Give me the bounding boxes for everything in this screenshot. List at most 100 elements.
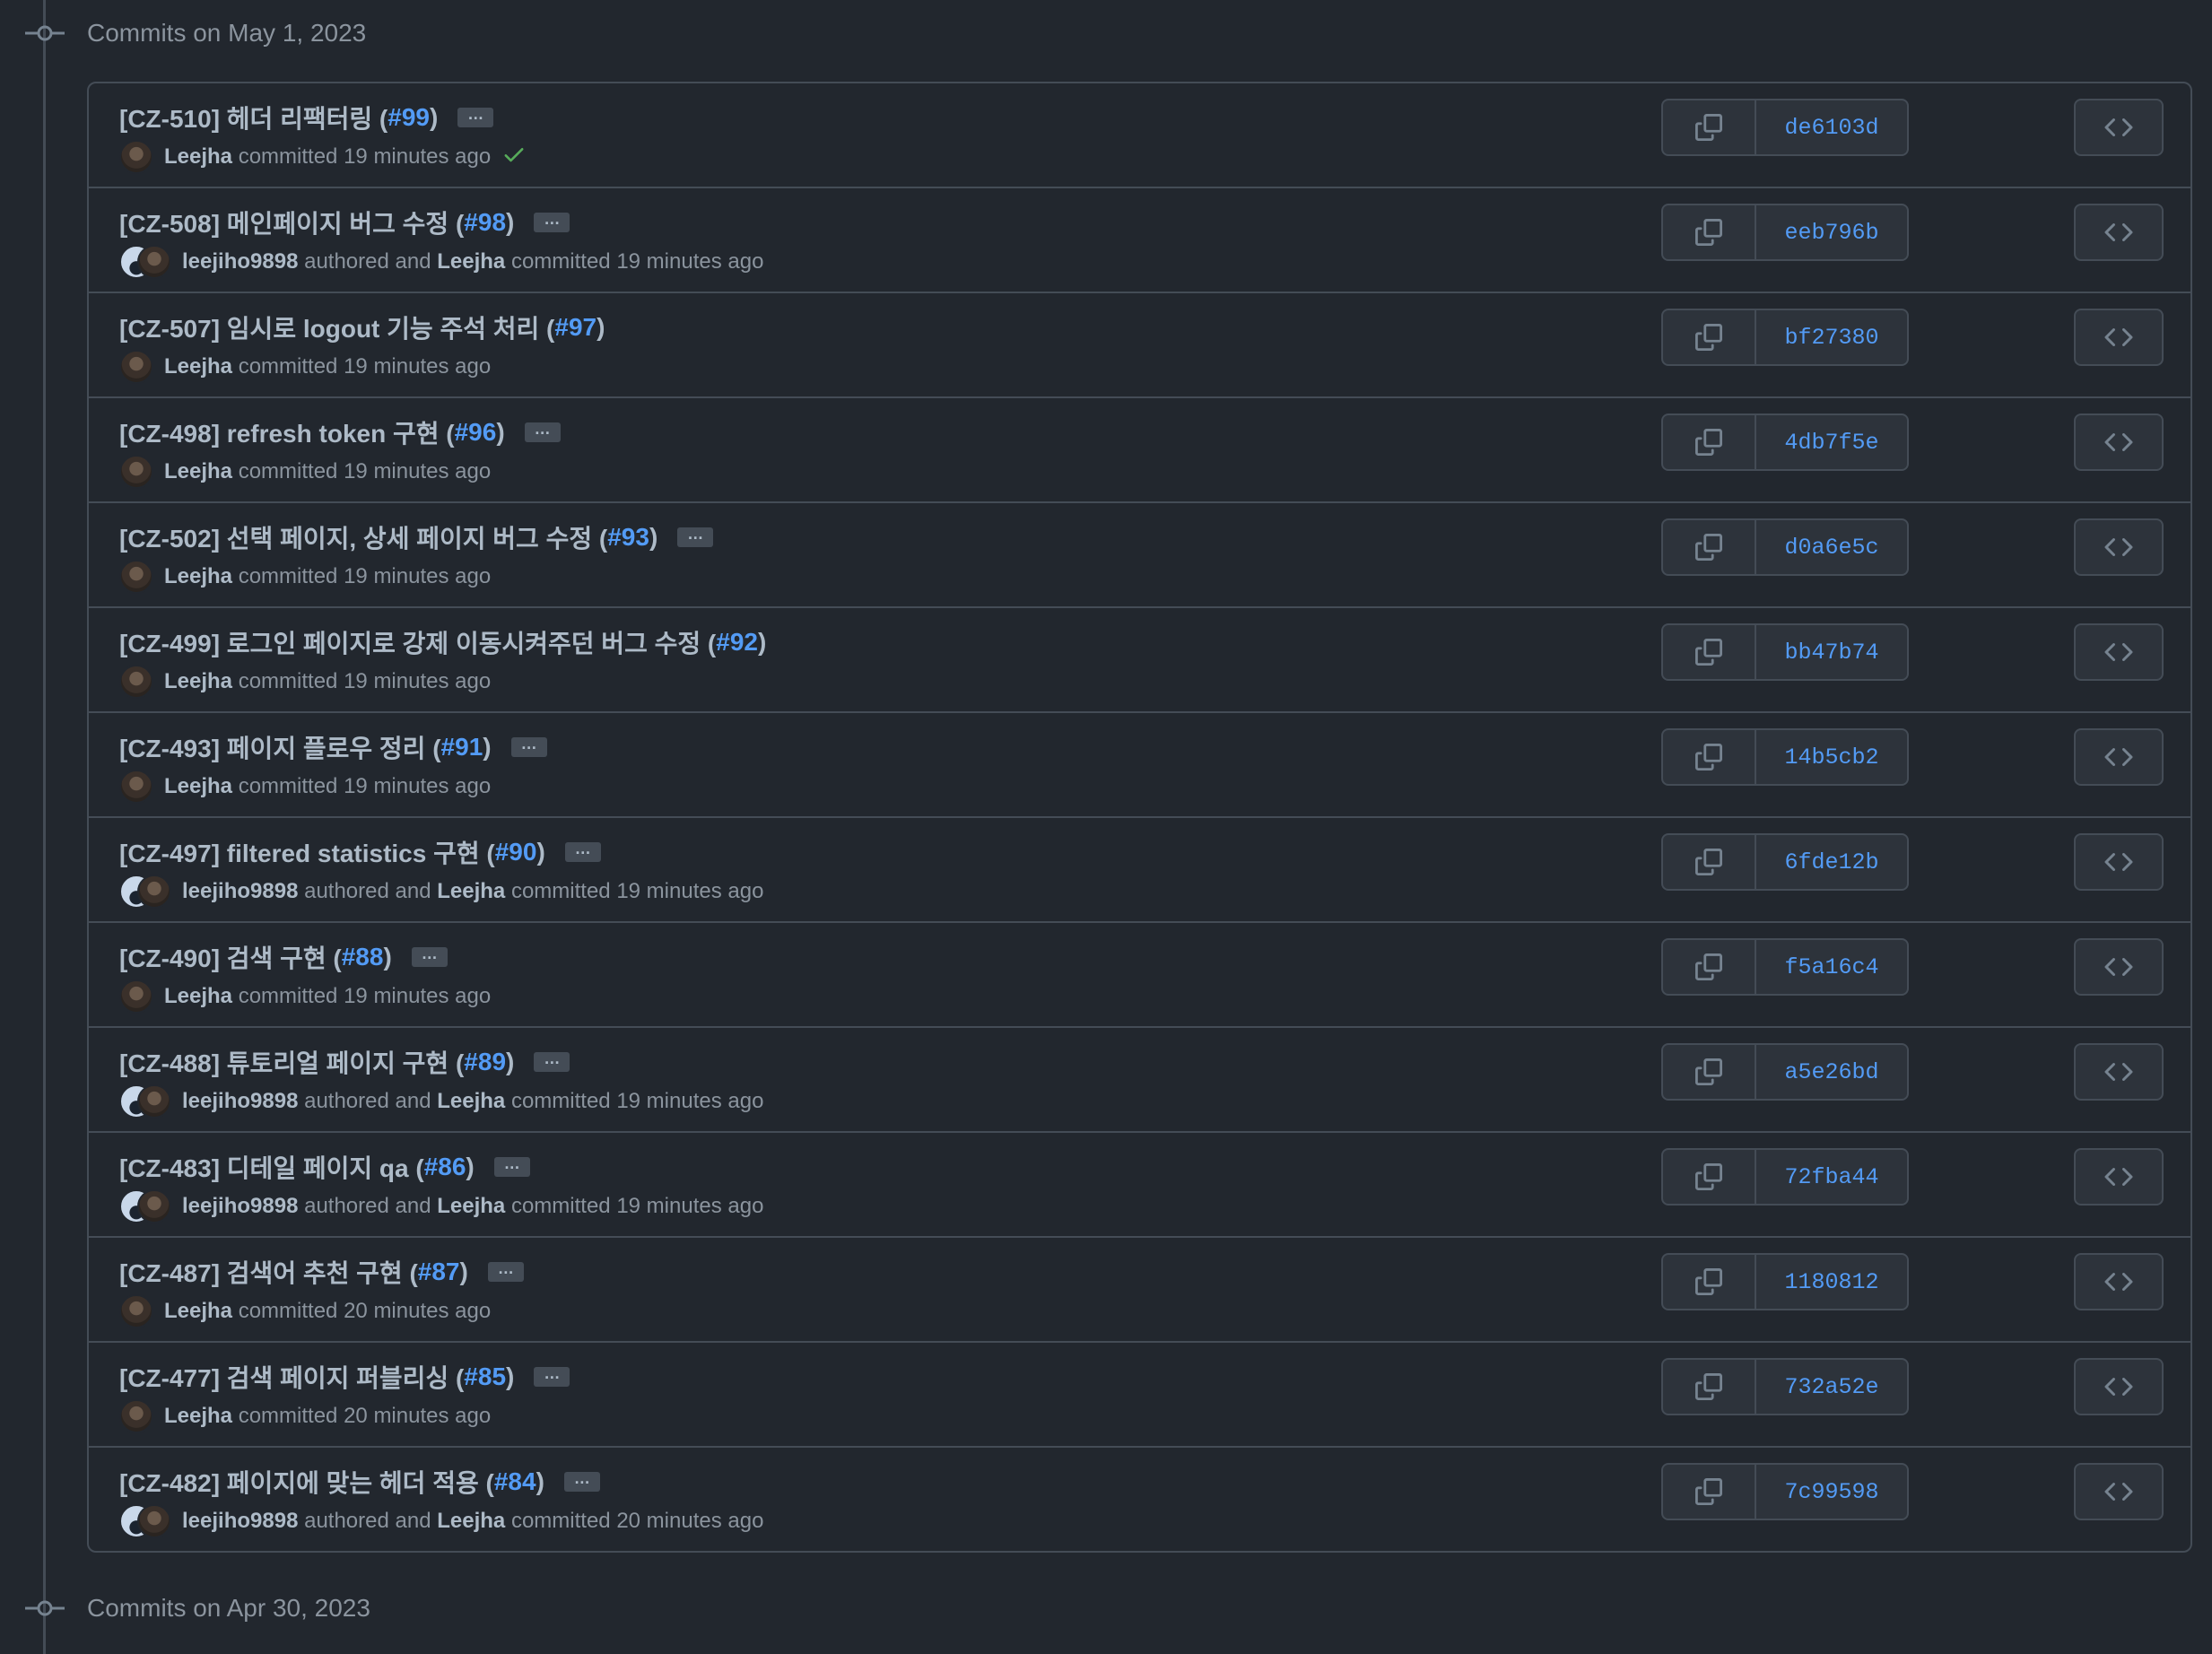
browse-repo-button[interactable] xyxy=(2074,833,2164,891)
commit-sha-link[interactable]: f5a16c4 xyxy=(1756,938,1909,996)
copy-sha-button[interactable] xyxy=(1661,414,1756,471)
committer-link[interactable]: Leejha xyxy=(164,774,232,799)
copy-sha-button[interactable] xyxy=(1661,1358,1756,1415)
browse-repo-button[interactable] xyxy=(2074,414,2164,471)
avatar[interactable] xyxy=(137,1504,171,1538)
copy-sha-button[interactable] xyxy=(1661,1253,1756,1310)
avatar-stack[interactable] xyxy=(119,1189,171,1223)
browse-repo-button[interactable] xyxy=(2074,204,2164,261)
avatar-stack[interactable] xyxy=(119,1084,171,1119)
avatar[interactable] xyxy=(137,1189,171,1223)
expand-message-button[interactable]: … xyxy=(534,211,570,232)
commit-sha-link[interactable]: 1180812 xyxy=(1756,1253,1909,1310)
expand-message-button[interactable]: … xyxy=(534,1050,570,1072)
browse-repo-button[interactable] xyxy=(2074,1043,2164,1101)
pr-link[interactable]: #84 xyxy=(494,1467,536,1496)
browse-repo-button[interactable] xyxy=(2074,1463,2164,1520)
browse-repo-button[interactable] xyxy=(2074,1253,2164,1310)
pr-link[interactable]: #85 xyxy=(464,1362,506,1391)
avatar-stack[interactable] xyxy=(119,1504,171,1538)
avatar[interactable] xyxy=(119,1399,153,1433)
expand-message-button[interactable]: … xyxy=(524,421,561,442)
check-icon[interactable] xyxy=(501,142,527,173)
commit-message-link[interactable]: [CZ-508] 메인페이지 버그 수정 ( xyxy=(119,205,464,240)
avatar[interactable] xyxy=(137,1084,171,1119)
commit-sha-link[interactable]: 72fba44 xyxy=(1756,1148,1909,1206)
avatar[interactable] xyxy=(137,245,171,279)
avatar[interactable] xyxy=(119,140,153,174)
committer-link[interactable]: Leejha xyxy=(164,144,232,170)
copy-sha-button[interactable] xyxy=(1661,204,1756,261)
pr-link[interactable]: #92 xyxy=(716,628,758,657)
commit-sha-link[interactable]: de6103d xyxy=(1756,99,1909,156)
pr-link[interactable]: #98 xyxy=(464,208,506,237)
expand-message-button[interactable]: … xyxy=(457,106,494,127)
browse-repo-button[interactable] xyxy=(2074,728,2164,786)
commit-message-link[interactable]: [CZ-483] 디테일 페이지 qa ( xyxy=(119,1149,424,1185)
copy-sha-button[interactable] xyxy=(1661,728,1756,786)
avatar[interactable] xyxy=(119,455,153,489)
expand-message-button[interactable]: … xyxy=(534,1365,570,1387)
committer-link[interactable]: Leejha xyxy=(437,249,505,274)
pr-link[interactable]: #89 xyxy=(464,1048,506,1076)
pr-link[interactable]: #86 xyxy=(424,1153,466,1181)
expand-message-button[interactable]: … xyxy=(564,840,601,862)
commit-sha-link[interactable]: a5e26bd xyxy=(1756,1043,1909,1101)
copy-sha-button[interactable] xyxy=(1661,1148,1756,1206)
expand-message-button[interactable]: … xyxy=(487,1260,524,1282)
commit-sha-link[interactable]: 7c99598 xyxy=(1756,1463,1909,1520)
copy-sha-button[interactable] xyxy=(1661,833,1756,891)
author-link[interactable]: leejiho9898 xyxy=(182,249,298,274)
pr-link[interactable]: #87 xyxy=(418,1258,460,1286)
commit-sha-link[interactable]: eeb796b xyxy=(1756,204,1909,261)
avatar[interactable] xyxy=(119,979,153,1014)
author-link[interactable]: leejiho9898 xyxy=(182,879,298,904)
copy-sha-button[interactable] xyxy=(1661,99,1756,156)
avatar[interactable] xyxy=(119,1294,153,1328)
commit-message-link[interactable]: [CZ-502] 선택 페이지, 상세 페이지 버그 수정 ( xyxy=(119,519,607,555)
author-link[interactable]: leejiho9898 xyxy=(182,1089,298,1114)
commit-sha-link[interactable]: 14b5cb2 xyxy=(1756,728,1909,786)
commit-message-link[interactable]: [CZ-497] filtered statistics 구현 ( xyxy=(119,834,495,870)
pr-link[interactable]: #99 xyxy=(388,103,430,132)
pr-link[interactable]: #90 xyxy=(495,838,537,866)
avatar-stack[interactable] xyxy=(119,245,171,279)
browse-repo-button[interactable] xyxy=(2074,938,2164,996)
avatar[interactable] xyxy=(119,350,153,384)
committer-link[interactable]: Leejha xyxy=(164,1404,232,1429)
commit-message-link[interactable]: [CZ-507] 임시로 logout 기능 주석 처리 ( xyxy=(119,309,554,345)
committer-link[interactable]: Leejha xyxy=(164,1299,232,1324)
pr-link[interactable]: #93 xyxy=(607,523,649,552)
copy-sha-button[interactable] xyxy=(1661,938,1756,996)
commit-message-link[interactable]: [CZ-490] 검색 구현 ( xyxy=(119,939,342,975)
copy-sha-button[interactable] xyxy=(1661,309,1756,366)
committer-link[interactable]: Leejha xyxy=(437,1509,505,1534)
browse-repo-button[interactable] xyxy=(2074,99,2164,156)
copy-sha-button[interactable] xyxy=(1661,623,1756,681)
pr-link[interactable]: #96 xyxy=(455,418,497,447)
avatar[interactable] xyxy=(137,875,171,909)
author-link[interactable]: leejiho9898 xyxy=(182,1194,298,1219)
browse-repo-button[interactable] xyxy=(2074,518,2164,576)
browse-repo-button[interactable] xyxy=(2074,309,2164,366)
browse-repo-button[interactable] xyxy=(2074,623,2164,681)
committer-link[interactable]: Leejha xyxy=(164,354,232,379)
commit-message-link[interactable]: [CZ-488] 튜토리얼 페이지 구현 ( xyxy=(119,1044,464,1080)
committer-link[interactable]: Leejha xyxy=(164,459,232,484)
copy-sha-button[interactable] xyxy=(1661,1043,1756,1101)
expand-message-button[interactable]: … xyxy=(677,526,714,547)
committer-link[interactable]: Leejha xyxy=(437,1089,505,1114)
avatar[interactable] xyxy=(119,770,153,804)
browse-repo-button[interactable] xyxy=(2074,1358,2164,1415)
commit-sha-link[interactable]: 4db7f5e xyxy=(1756,414,1909,471)
commit-sha-link[interactable]: 6fde12b xyxy=(1756,833,1909,891)
committer-link[interactable]: Leejha xyxy=(437,879,505,904)
pr-link[interactable]: #97 xyxy=(554,313,597,342)
pr-link[interactable]: #91 xyxy=(441,733,483,762)
pr-link[interactable]: #88 xyxy=(342,943,384,971)
expand-message-button[interactable]: … xyxy=(510,736,547,757)
commit-sha-link[interactable]: d0a6e5c xyxy=(1756,518,1909,576)
commit-message-link[interactable]: [CZ-493] 페이지 플로우 정리 ( xyxy=(119,729,441,765)
commit-message-link[interactable]: [CZ-482] 페이지에 맞는 헤더 적용 ( xyxy=(119,1464,494,1500)
committer-link[interactable]: Leejha xyxy=(164,564,232,589)
